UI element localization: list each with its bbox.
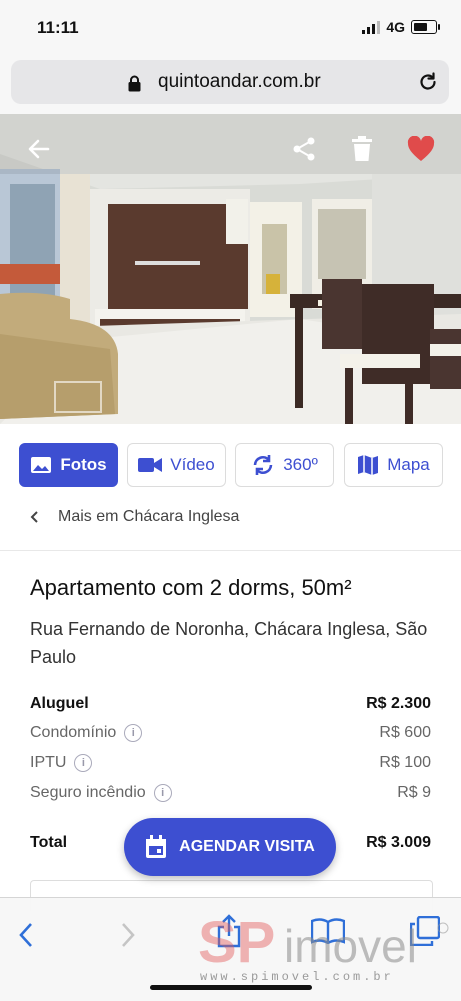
status-time: 11:11 [37,18,79,37]
breadcrumb[interactable]: Mais em Chácara Inglesa [30,508,239,526]
info-icon[interactable]: i [153,784,172,802]
svg-text:imovel: imovel [284,920,417,972]
price-value: R$ 2.300 [366,695,431,712]
tab-360[interactable]: 360º [235,443,334,487]
breadcrumb-label: Mais em Chácara Inglesa [58,508,240,525]
price-row-insurance: Seguro incêndio i R$ 9 [30,784,431,802]
price-label: Seguro incêndio [30,784,146,801]
signal-icon [362,20,381,34]
price-value: R$ 3.009 [366,834,431,851]
tab-label: Fotos [60,455,107,474]
browser-back-icon[interactable] [18,922,34,948]
trash-icon[interactable] [351,136,373,162]
tab-video[interactable]: Vídeo [127,443,226,487]
reload-icon[interactable] [417,71,439,93]
network-label: 4G [386,19,405,35]
tab-map[interactable]: Mapa [344,443,443,487]
video-camera-icon [138,458,163,472]
price-value: R$ 9 [397,784,431,801]
price-row-iptu: IPTU i R$ 100 [30,754,431,772]
image-icon [31,457,52,473]
tab-label: Mapa [387,455,430,474]
listing-title: Apartamento com 2 dorms, 50m² [30,575,352,600]
info-icon[interactable]: i [124,724,143,742]
lock-icon [128,75,141,92]
price-label: Total [30,834,68,851]
svg-text:SP: SP [198,910,275,975]
browser-address-area: quintoandar.com.br [0,56,461,114]
battery-icon [411,20,440,34]
schedule-visit-button[interactable]: AGENDAR VISITA [124,818,336,876]
section-divider [0,550,461,551]
url-text: quintoandar.com.br [158,71,321,92]
rotate-360-icon [253,455,273,475]
listing-address: Rua Fernando de Noronha, Chácara Inglesa… [30,619,428,667]
watermark-url: www.spimovel.com.br [200,970,394,984]
price-label: IPTU [30,754,67,771]
media-tabs: Fotos Vídeo 360º Mapa [19,443,443,487]
map-icon [358,455,379,475]
price-label: Condomínio [30,724,117,741]
listing-photo[interactable] [0,114,461,424]
status-bar: 11:11 4G [0,0,461,56]
home-indicator [150,985,312,990]
price-row-rent: Aluguel R$ 2.300 [30,695,431,713]
address-bar[interactable]: quintoandar.com.br [11,60,449,104]
share-icon[interactable] [291,136,317,162]
browser-forward-icon[interactable] [120,922,136,948]
tab-label: 360º [283,455,318,474]
schedule-visit-label: AGENDAR VISITA [179,838,315,855]
info-icon[interactable]: i [74,754,93,772]
chevron-left-icon [30,511,38,523]
tab-photos[interactable]: Fotos [19,443,118,487]
heart-icon[interactable] [407,136,435,162]
price-label: Aluguel [30,695,89,712]
tab-label: Vídeo [170,455,215,474]
price-row-condo: Condomínio i R$ 600 [30,724,431,742]
price-value: R$ 600 [379,724,431,741]
calendar-icon [146,835,167,858]
status-indicators: 4G [362,19,440,35]
price-value: R$ 100 [379,754,431,771]
arrow-left-icon[interactable] [26,136,52,162]
